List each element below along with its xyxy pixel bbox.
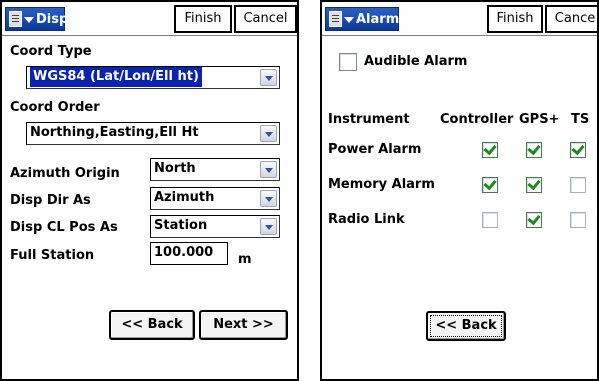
checkmark-icon — [483, 176, 497, 191]
power-ts-checkbox[interactable] — [570, 141, 586, 158]
coord-order-label: Coord Order — [10, 100, 100, 115]
finish-button[interactable]: Finish — [487, 5, 543, 33]
header-gps: GPS+ — [519, 112, 560, 127]
back-button[interactable]: << Back — [109, 310, 195, 340]
chevron-down-icon — [24, 17, 34, 23]
display-window: Display Finish Cancel Coord Type WGS84 (… — [0, 0, 299, 381]
coord-type-select[interactable]: WGS84 (Lat/Lon/Ell ht) — [26, 66, 280, 89]
start-menu-button[interactable]: Display — [5, 7, 90, 31]
azimuth-origin-select[interactable]: North — [150, 158, 280, 181]
checkmark-icon — [527, 141, 541, 156]
finish-button[interactable]: Finish — [174, 5, 232, 33]
memory-gps-checkbox[interactable] — [526, 176, 542, 193]
row-label-memory: Memory Alarm — [328, 177, 435, 192]
chevron-down-icon[interactable] — [260, 218, 277, 235]
row-label-power: Power Alarm — [328, 142, 422, 157]
start-menu-icon — [9, 11, 22, 27]
disp-cl-select[interactable]: Station — [150, 215, 280, 238]
header-controller: Controller — [440, 112, 514, 127]
azimuth-origin-value: North — [154, 161, 196, 176]
memory-ts-checkbox[interactable] — [570, 177, 586, 193]
chevron-down-icon — [344, 17, 354, 23]
power-gps-checkbox[interactable] — [526, 141, 542, 158]
cancel-button[interactable]: Cancel — [234, 5, 297, 33]
azimuth-origin-label: Azimuth Origin — [10, 166, 120, 181]
chevron-down-icon[interactable] — [260, 125, 277, 142]
chevron-down-icon[interactable] — [260, 69, 277, 86]
radio-ts-checkbox[interactable] — [570, 212, 586, 228]
disp-dir-select[interactable]: Azimuth — [150, 187, 280, 210]
full-station-input[interactable]: 100.000 — [150, 242, 228, 265]
memory-controller-checkbox[interactable] — [482, 176, 498, 193]
disp-dir-label: Disp Dir As — [10, 193, 91, 208]
checkmark-icon — [571, 141, 585, 156]
window-title: Alarms — [356, 12, 407, 27]
chevron-down-icon[interactable] — [260, 190, 277, 207]
titlebar: Display Finish Cancel — [2, 2, 297, 36]
row-label-radio: Radio Link — [328, 212, 405, 227]
audible-alarm-label: Audible Alarm — [364, 54, 468, 69]
coord-type-value: WGS84 (Lat/Lon/Ell ht) — [30, 67, 202, 87]
coord-order-value: Northing,Easting,Ell Ht — [30, 125, 199, 140]
titlebar: Alarms Finish Cance — [322, 2, 597, 36]
checkmark-icon — [483, 141, 497, 156]
header-ts: TS — [571, 112, 590, 127]
start-menu-button[interactable]: Alarms — [325, 7, 407, 31]
checkmark-icon — [527, 211, 541, 226]
window-title: Display — [36, 12, 90, 27]
coord-type-label: Coord Type — [10, 44, 92, 59]
full-station-unit: m — [238, 252, 252, 267]
power-controller-checkbox[interactable] — [482, 141, 498, 158]
start-menu-icon — [329, 11, 342, 27]
back-button[interactable]: << Back — [426, 311, 506, 341]
checkmark-icon — [527, 176, 541, 191]
disp-dir-value: Azimuth — [154, 190, 215, 205]
audible-alarm-checkbox[interactable] — [339, 53, 357, 71]
full-station-label: Full Station — [10, 248, 95, 263]
disp-cl-value: Station — [154, 218, 208, 233]
radio-controller-checkbox[interactable] — [482, 212, 498, 228]
header-instrument: Instrument — [328, 112, 410, 127]
disp-cl-label: Disp CL Pos As — [10, 220, 118, 235]
alarms-window: Alarms Finish Cance Audible Alarm Instru… — [320, 0, 599, 381]
cancel-button[interactable]: Cance — [545, 5, 597, 33]
radio-gps-checkbox[interactable] — [526, 211, 542, 228]
coord-order-select[interactable]: Northing,Easting,Ell Ht — [26, 122, 280, 145]
next-button[interactable]: Next >> — [199, 310, 288, 340]
chevron-down-icon[interactable] — [260, 161, 277, 178]
